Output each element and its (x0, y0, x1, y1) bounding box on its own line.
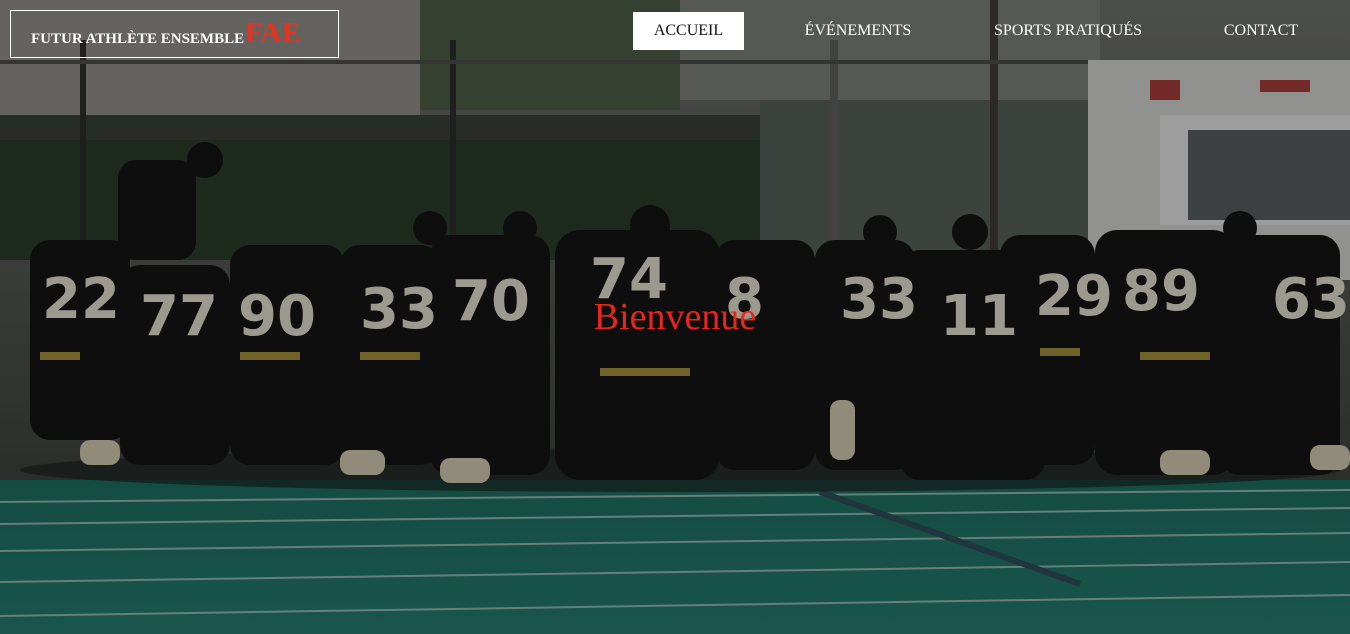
hero-section: 22 77 90 33 70 74 8 33 11 29 89 63 FUTUR… (0, 0, 1350, 634)
nav-item-contact[interactable]: CONTACT (1210, 12, 1312, 50)
nav-item-sports-pratiques[interactable]: SPORTS PRATIQUÉS (980, 12, 1156, 50)
nav-item-accueil[interactable]: ACCUEIL (633, 12, 744, 50)
main-nav: ACCUEIL ÉVÉNEMENTS SPORTS PRATIQUÉS CONT… (0, 12, 1350, 50)
nav-item-evenements[interactable]: ÉVÉNEMENTS (790, 12, 926, 50)
welcome-heading: Bienvenue (593, 296, 757, 338)
